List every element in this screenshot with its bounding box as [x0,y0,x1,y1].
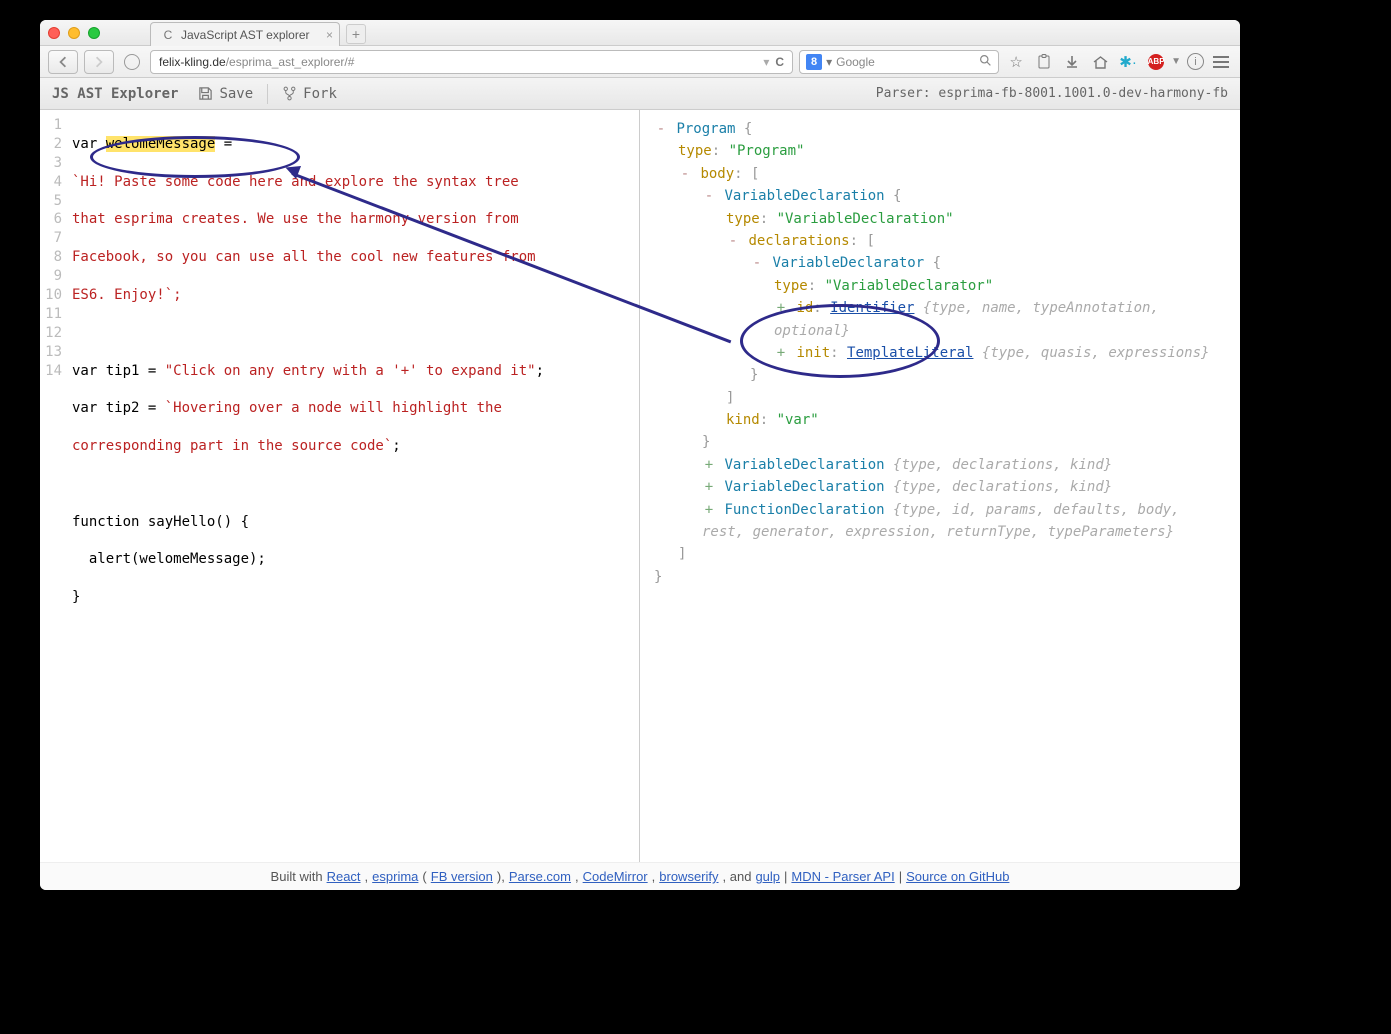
browser-tabs: C JavaScript AST explorer × + [150,20,366,46]
collapse-toggle[interactable]: - [654,118,668,140]
new-tab-button[interactable]: + [346,24,366,44]
footer-link-esprima[interactable]: esprima [372,869,418,884]
star-icon[interactable]: ☆ [1005,51,1027,73]
chevron-left-icon [57,56,69,68]
footer-link-gulp[interactable]: gulp [755,869,780,884]
fork-icon [282,86,297,101]
ast-tree[interactable]: - Program { type: "Program" - body: [ - … [640,110,1240,862]
tab-loading-icon: C [161,28,175,42]
chevron-right-icon [93,56,105,68]
save-icon [198,86,213,101]
footer-link-mdn[interactable]: MDN - Parser API [791,869,894,884]
expand-toggle[interactable]: + [702,476,716,498]
collapse-toggle[interactable]: - [678,163,692,185]
parser-info: Parser: esprima-fb-8001.1001.0-dev-harmo… [876,86,1228,101]
main-content: 1234567891011121314 var welomeMessage = … [40,110,1240,862]
expand-toggle[interactable]: + [702,454,716,476]
footer: Built with React, esprima (FB version), … [40,862,1240,890]
line-gutter: 1234567891011121314 [40,110,68,862]
browser-tab-active[interactable]: C JavaScript AST explorer × [150,22,340,46]
app-title: JS AST Explorer [52,86,178,102]
search-dropdown-icon[interactable]: ▾ [826,55,832,69]
info-icon[interactable]: i [1187,53,1204,70]
reload-button[interactable]: C [775,55,784,69]
globe-icon [124,54,140,70]
search-icon[interactable] [979,54,992,70]
footer-link-react[interactable]: React [327,869,361,884]
adblock-icon[interactable]: ABP [1145,51,1167,73]
home-icon[interactable] [1089,51,1111,73]
clipboard-icon[interactable] [1033,51,1055,73]
code-editor[interactable]: 1234567891011121314 var welomeMessage = … [40,110,640,862]
menu-button[interactable] [1210,51,1232,73]
download-icon[interactable] [1061,51,1083,73]
url-bar[interactable]: felix-kling.de/esprima_ast_explorer/# ▾ … [150,50,793,74]
extension-icon[interactable]: ✱· [1117,51,1139,73]
close-tab-button[interactable]: × [326,28,333,42]
search-bar[interactable]: 8 ▾ Google [799,50,999,74]
collapse-toggle[interactable]: - [726,230,740,252]
collapse-toggle[interactable]: - [702,185,716,207]
footer-link-codemirror[interactable]: CodeMirror [583,869,648,884]
fork-label: Fork [303,86,337,102]
collapse-toggle[interactable]: - [750,252,764,274]
footer-link-browserify[interactable]: browserify [659,869,718,884]
adblock-dropdown-icon[interactable]: ▼ [1171,56,1181,67]
search-placeholder: Google [836,55,875,69]
browser-tab-title: JavaScript AST explorer [181,28,310,42]
maximize-window-button[interactable] [88,27,100,39]
expand-toggle[interactable]: + [774,297,788,319]
fork-button[interactable]: Fork [282,86,337,102]
window-titlebar: C JavaScript AST explorer × + [40,20,1240,46]
footer-link-parse[interactable]: Parse.com [509,869,571,884]
close-window-button[interactable] [48,27,60,39]
reader-dropdown-icon[interactable]: ▾ [763,55,769,69]
save-label: Save [219,86,253,102]
code-content: var welomeMessage = `Hi! Paste some code… [68,110,552,862]
identifier-link[interactable]: Identifier [830,300,914,316]
browser-toolbar: felix-kling.de/esprima_ast_explorer/# ▾ … [40,46,1240,78]
footer-link-fb[interactable]: FB version [431,869,493,884]
browser-window: C JavaScript AST explorer × + felix-klin… [40,20,1240,890]
forward-button[interactable] [84,50,114,74]
expand-toggle[interactable]: + [702,499,716,521]
url-host: felix-kling.de [159,55,226,69]
google-icon: 8 [806,54,822,70]
app-header: JS AST Explorer Save Fork Parser: esprim… [40,78,1240,110]
minimize-window-button[interactable] [68,27,80,39]
url-path: /esprima_ast_explorer/# [226,55,355,69]
expand-toggle[interactable]: + [774,342,788,364]
save-button[interactable]: Save [198,86,253,102]
back-button[interactable] [48,50,78,74]
divider [267,84,268,104]
highlighted-token: welomeMessage [106,136,216,152]
footer-link-github[interactable]: Source on GitHub [906,869,1009,884]
traffic-lights [48,27,100,39]
